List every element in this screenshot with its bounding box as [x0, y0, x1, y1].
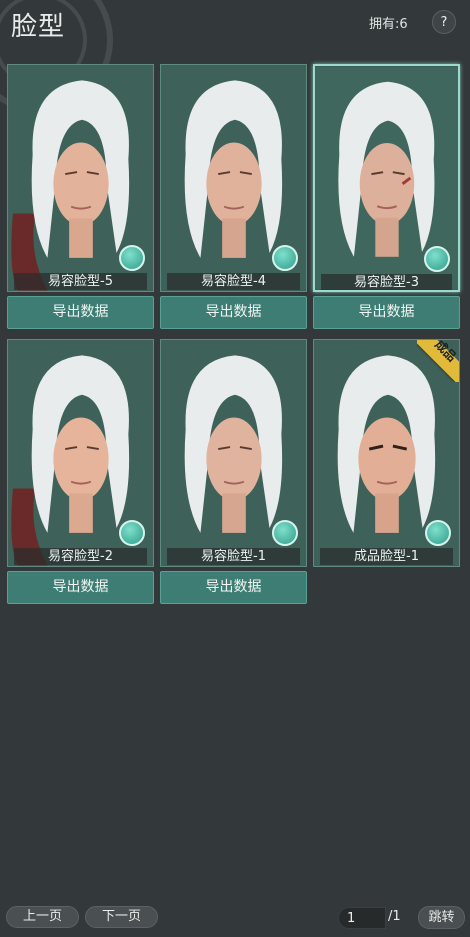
face-card-preset[interactable]: 成品 成品脸型-1 — [313, 339, 460, 567]
card-name: 成品脸型-1 — [320, 548, 453, 565]
card-name: 易容脸型-5 — [14, 273, 147, 290]
face-card[interactable]: 易容脸型-5 — [7, 64, 154, 292]
card-frame: 易容脸型-2 — [7, 339, 154, 567]
card-name: 易容脸型-3 — [321, 274, 452, 290]
brush-icon[interactable] — [119, 245, 145, 271]
card-name: 易容脸型-1 — [167, 548, 300, 565]
help-button[interactable]: ? — [432, 10, 456, 34]
next-page-button[interactable]: 下一页 — [85, 906, 158, 928]
card-frame: 易容脸型-1 — [160, 339, 307, 567]
page-number-input[interactable] — [338, 907, 386, 929]
export-data-button[interactable]: 导出数据 — [7, 571, 154, 604]
face-card-selected[interactable]: 易容脸型-3 — [313, 64, 460, 292]
brush-icon[interactable] — [119, 520, 145, 546]
brush-icon[interactable] — [272, 245, 298, 271]
face-card[interactable]: 易容脸型-1 — [160, 339, 307, 567]
card-frame: 易容脸型-3 — [313, 64, 460, 292]
card-name: 易容脸型-2 — [14, 548, 147, 565]
brush-icon[interactable] — [272, 520, 298, 546]
export-data-button[interactable]: 导出数据 — [7, 296, 154, 329]
jump-button[interactable]: 跳转 — [418, 906, 465, 929]
card-frame: 易容脸型-5 — [7, 64, 154, 292]
export-data-button[interactable]: 导出数据 — [160, 571, 307, 604]
prev-page-button[interactable]: 上一页 — [6, 906, 79, 928]
card-frame: 易容脸型-4 — [160, 64, 307, 292]
export-data-button[interactable]: 导出数据 — [313, 296, 460, 329]
brush-icon[interactable] — [424, 246, 450, 272]
preset-badge: 成品 — [417, 340, 459, 382]
export-data-button[interactable]: 导出数据 — [160, 296, 307, 329]
face-card[interactable]: 易容脸型-4 — [160, 64, 307, 292]
page-total: /1 — [388, 909, 401, 924]
owned-count: 拥有:6 — [369, 17, 408, 32]
card-frame: 成品 成品脸型-1 — [313, 339, 460, 567]
card-name: 易容脸型-4 — [167, 273, 300, 290]
brush-icon[interactable] — [425, 520, 451, 546]
face-card[interactable]: 易容脸型-2 — [7, 339, 154, 567]
page-title: 脸型 — [11, 12, 66, 42]
